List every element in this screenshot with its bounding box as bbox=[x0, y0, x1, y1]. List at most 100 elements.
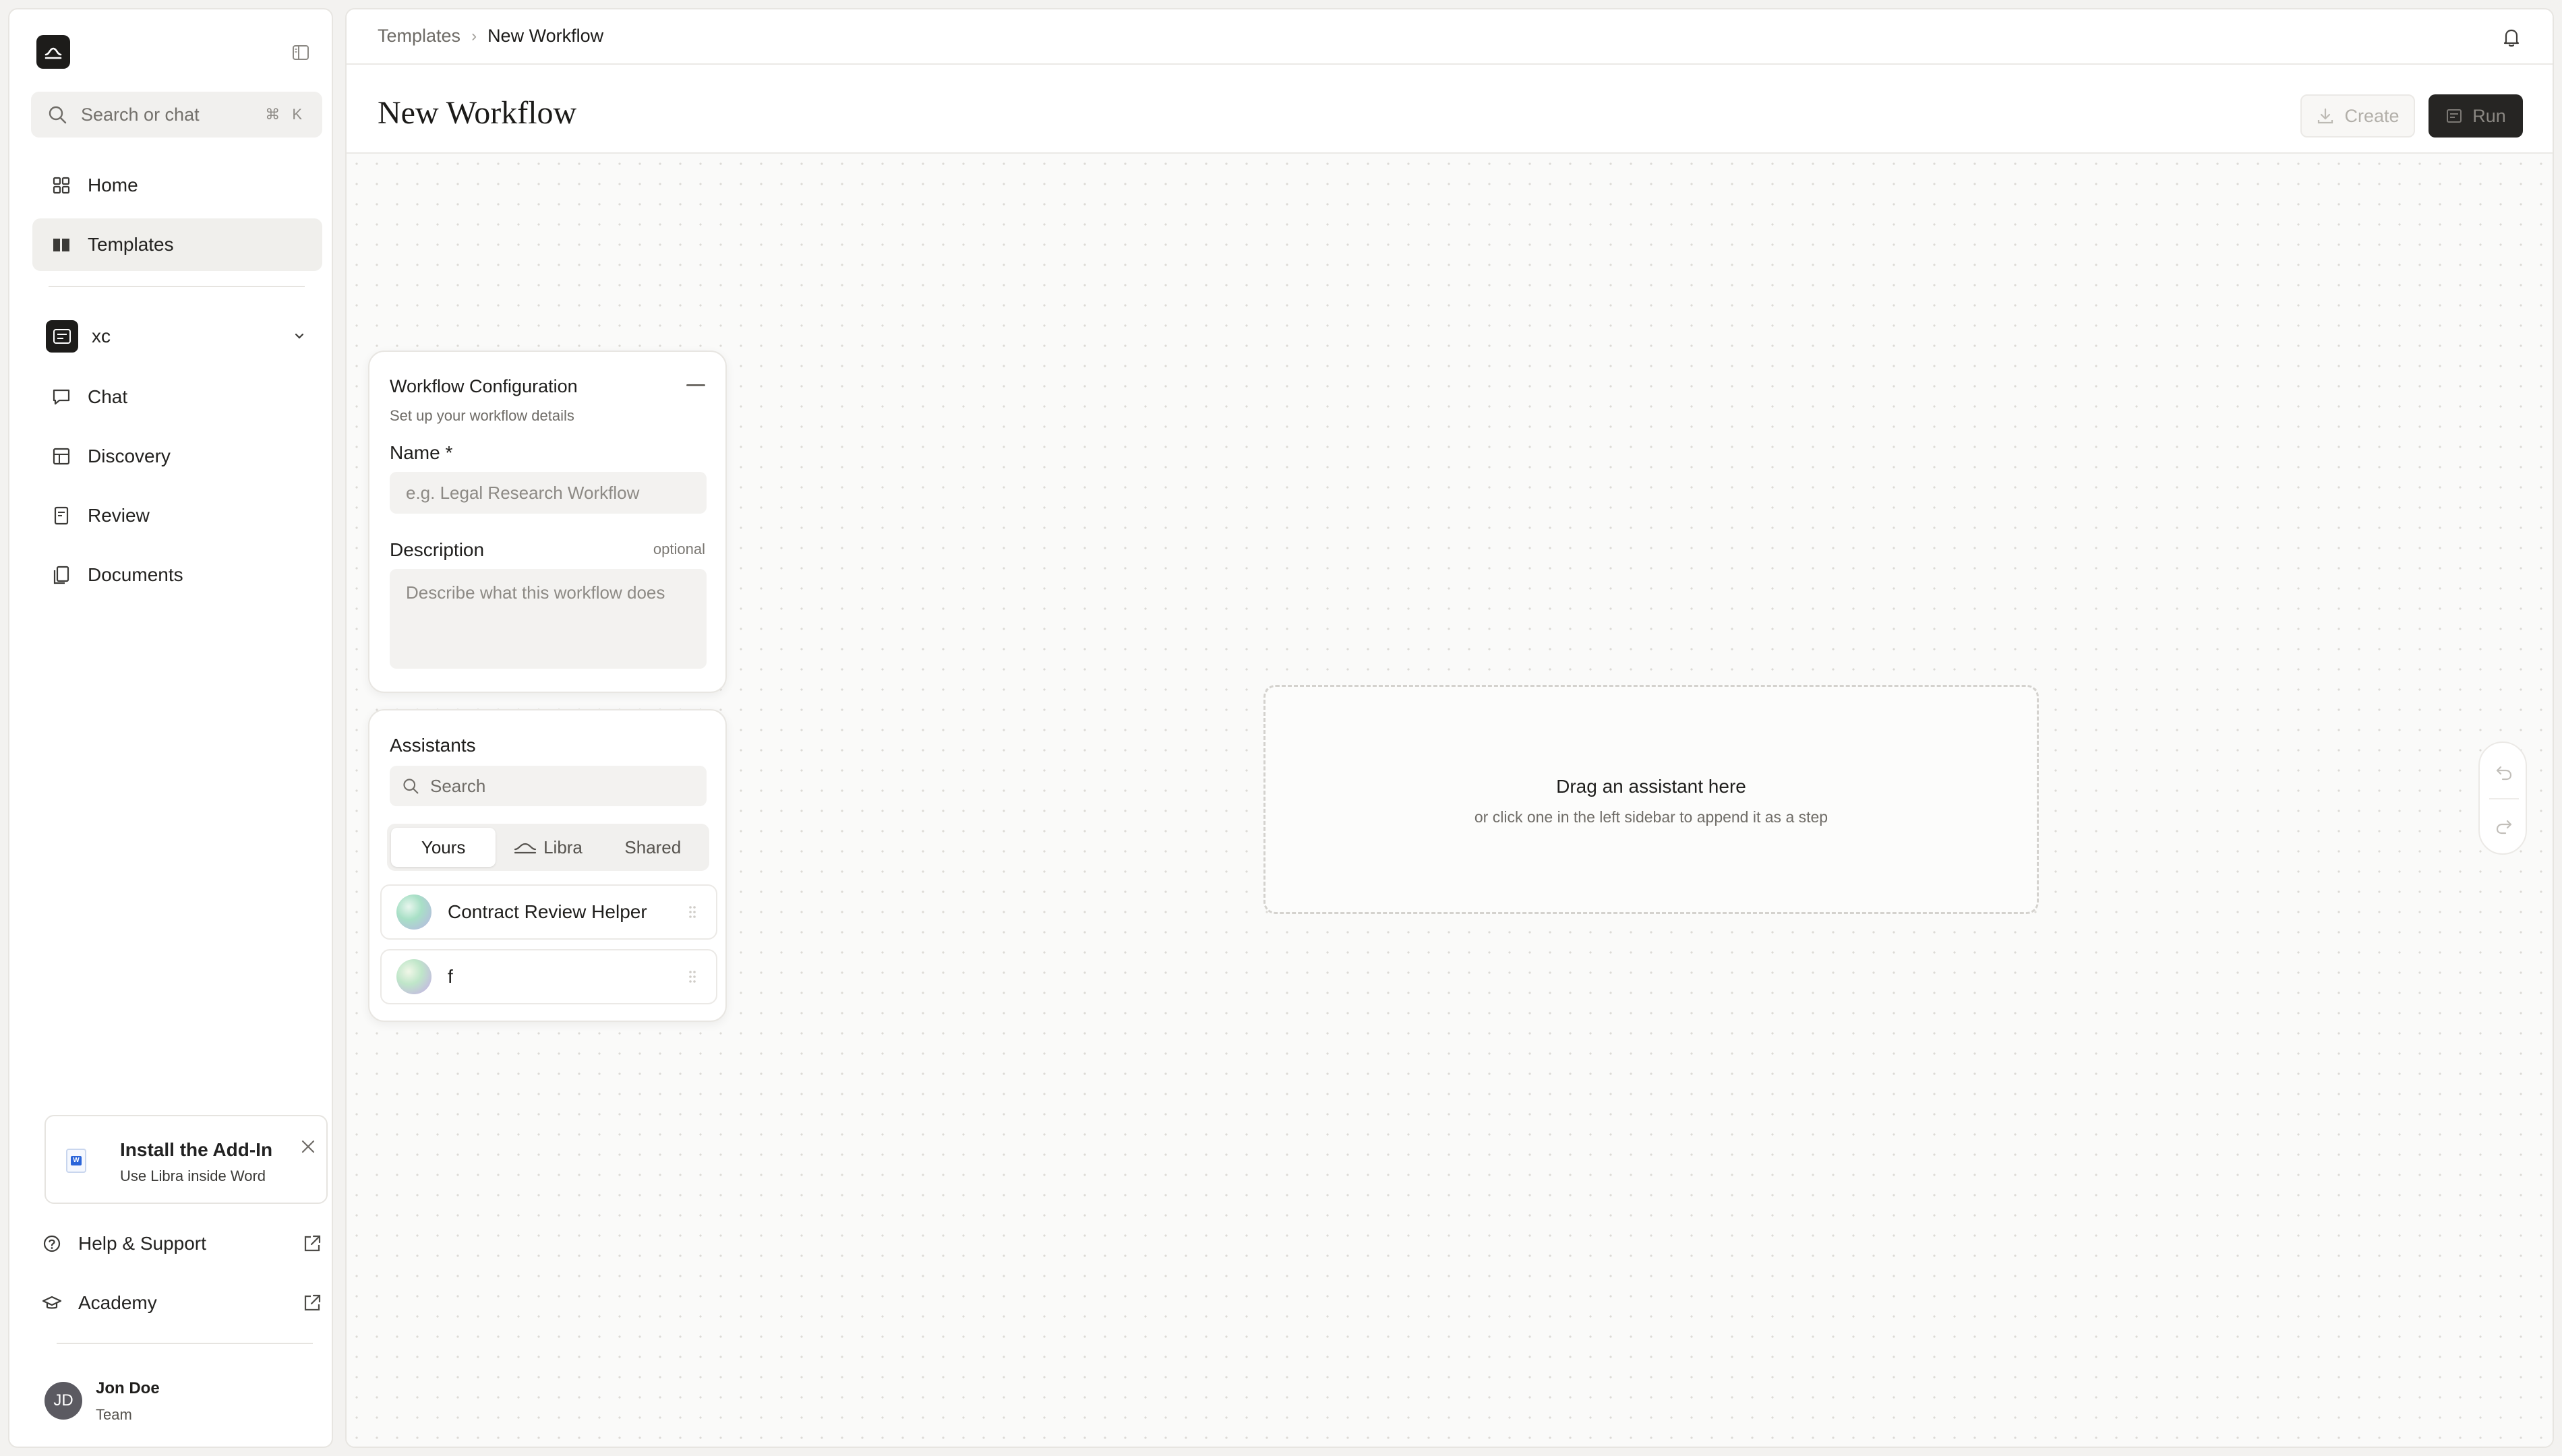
table-icon bbox=[53, 448, 70, 465]
libra-logo-icon bbox=[514, 843, 537, 854]
external-link-icon bbox=[304, 1294, 321, 1311]
workspace-selector[interactable]: xc bbox=[32, 310, 322, 363]
workspace-name: xc bbox=[92, 326, 111, 346]
workflow-description-input[interactable] bbox=[390, 569, 707, 669]
breadcrumb: Templates › New Workflow bbox=[378, 26, 603, 47]
tab-libra[interactable]: Libra bbox=[496, 828, 600, 867]
academy-link[interactable]: Academy bbox=[42, 1279, 322, 1327]
sidebar: Search or chat ⌘ K Home Templates xc Cha… bbox=[8, 8, 333, 1448]
top-bar: Templates › New Workflow bbox=[347, 9, 2553, 65]
assistant-item[interactable]: f bbox=[380, 949, 717, 1004]
tab-yours-label: Yours bbox=[421, 837, 466, 857]
book-icon bbox=[53, 239, 69, 251]
redo-icon[interactable] bbox=[2495, 817, 2513, 836]
external-link-icon bbox=[304, 1235, 321, 1252]
addin-subtitle: Use Libra inside Word bbox=[120, 1167, 266, 1184]
tab-shared[interactable]: Shared bbox=[601, 828, 705, 867]
collapse-sidebar-button[interactable] bbox=[286, 38, 316, 67]
nav-home[interactable]: Home bbox=[32, 159, 322, 212]
config-title: Workflow Configuration bbox=[390, 376, 578, 396]
search-shortcut: ⌘ K bbox=[265, 106, 306, 123]
search-label: Search or chat bbox=[81, 104, 200, 125]
create-button-label: Create bbox=[2344, 105, 2400, 126]
workflow-name-input[interactable] bbox=[390, 472, 707, 514]
workflow-configuration-card: Workflow Configuration Set up your workf… bbox=[368, 351, 727, 693]
nav-templates-label: Templates bbox=[88, 234, 174, 255]
search-or-chat-input[interactable]: Search or chat ⌘ K bbox=[31, 92, 322, 138]
name-label: Name * bbox=[390, 442, 453, 463]
workspace-icon bbox=[53, 329, 71, 344]
close-icon[interactable] bbox=[298, 1136, 318, 1157]
assistants-tabs: Yours Libra Shared bbox=[387, 824, 709, 871]
user-avatar[interactable]: JD bbox=[44, 1382, 82, 1420]
nav-documents-label: Documents bbox=[88, 564, 183, 585]
assistant-item[interactable]: Contract Review Helper bbox=[380, 884, 717, 940]
nav-review-label: Review bbox=[88, 505, 150, 526]
undo-redo-divider bbox=[2489, 798, 2519, 799]
undo-redo-controls bbox=[2478, 741, 2527, 855]
workspace-badge bbox=[46, 320, 78, 353]
assistant-drop-zone[interactable]: Drag an assistant here or click one in t… bbox=[1263, 685, 2039, 914]
assistants-search-placeholder: Search bbox=[430, 775, 486, 796]
nav-discovery[interactable]: Discovery bbox=[32, 430, 322, 483]
graduation-cap-icon bbox=[42, 1296, 62, 1309]
nav-review[interactable]: Review bbox=[32, 489, 322, 542]
assistant-name: f bbox=[448, 966, 453, 987]
app-logo[interactable] bbox=[36, 35, 70, 69]
run-button[interactable]: Run bbox=[2429, 94, 2523, 138]
drop-zone-subtitle: or click one in the left sidebar to appe… bbox=[1474, 808, 1828, 826]
addin-title: Install the Add-In bbox=[120, 1139, 273, 1160]
drag-handle-icon[interactable] bbox=[688, 969, 697, 984]
tab-libra-label: Libra bbox=[543, 837, 583, 857]
word-icon: W bbox=[66, 1149, 86, 1173]
download-icon bbox=[2318, 108, 2333, 124]
academy-label: Academy bbox=[78, 1292, 157, 1313]
nav-documents[interactable]: Documents bbox=[32, 549, 322, 601]
page-title: New Workflow bbox=[378, 95, 577, 131]
tab-yours[interactable]: Yours bbox=[391, 828, 496, 867]
search-icon bbox=[49, 106, 67, 124]
nav-templates[interactable]: Templates bbox=[32, 218, 322, 271]
breadcrumb-separator: › bbox=[471, 26, 477, 45]
user-name: Jon Doe bbox=[96, 1379, 160, 1397]
nav-chat[interactable]: Chat bbox=[32, 371, 322, 423]
page-header: New Workflow Create Run bbox=[347, 65, 2553, 154]
search-icon bbox=[403, 779, 419, 794]
home-grid-icon bbox=[53, 177, 70, 194]
assistant-avatar bbox=[396, 894, 431, 930]
create-button[interactable]: Create bbox=[2300, 94, 2415, 138]
help-support-label: Help & Support bbox=[78, 1233, 206, 1254]
nav-home-label: Home bbox=[88, 175, 138, 195]
assistant-name: Contract Review Helper bbox=[448, 901, 647, 922]
user-role: Team bbox=[96, 1406, 132, 1423]
assistants-card: Assistants Search Yours Libra Shared Con… bbox=[368, 709, 727, 1022]
assistants-search-input[interactable]: Search bbox=[390, 766, 707, 806]
chat-icon bbox=[53, 389, 70, 405]
sidebar-toggle-icon bbox=[293, 45, 309, 60]
review-doc-icon bbox=[54, 506, 69, 525]
tab-shared-label: Shared bbox=[624, 837, 682, 857]
help-circle-icon bbox=[43, 1235, 61, 1252]
chevron-down-icon bbox=[295, 333, 304, 339]
assistants-title: Assistants bbox=[390, 735, 476, 756]
description-label: Description bbox=[390, 539, 485, 560]
minimize-icon[interactable] bbox=[686, 384, 705, 386]
breadcrumb-templates[interactable]: Templates bbox=[378, 26, 460, 47]
documents-icon bbox=[53, 566, 69, 584]
breadcrumb-current: New Workflow bbox=[487, 26, 604, 46]
help-support-link[interactable]: Help & Support bbox=[42, 1220, 322, 1267]
footer-divider bbox=[57, 1343, 313, 1344]
libra-logo-icon bbox=[44, 47, 62, 59]
optional-label: optional bbox=[653, 541, 705, 557]
nav-discovery-label: Discovery bbox=[88, 446, 171, 466]
run-doc-icon bbox=[2447, 109, 2462, 123]
drop-zone-title: Drag an assistant here bbox=[1556, 776, 1746, 797]
undo-icon[interactable] bbox=[2495, 763, 2513, 782]
bell-icon[interactable] bbox=[2500, 26, 2523, 49]
run-button-label: Run bbox=[2472, 105, 2506, 126]
drag-handle-icon[interactable] bbox=[688, 905, 697, 919]
assistant-avatar bbox=[396, 959, 431, 994]
install-addin-card[interactable]: W Install the Add-In Use Libra inside Wo… bbox=[44, 1115, 328, 1204]
nav-chat-label: Chat bbox=[88, 386, 128, 407]
sidebar-divider bbox=[49, 286, 305, 287]
